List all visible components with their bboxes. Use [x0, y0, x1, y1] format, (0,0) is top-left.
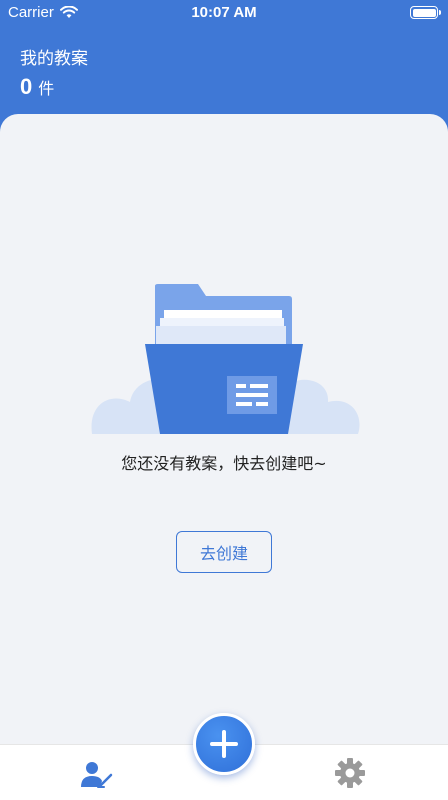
page-title: 我的教案: [20, 49, 88, 69]
empty-folder-illustration: [91, 284, 360, 434]
status-bar: Carrier 10:07 AM: [0, 0, 448, 26]
status-time: 10:07 AM: [191, 4, 257, 21]
add-button[interactable]: [193, 713, 255, 775]
add-icon: [210, 730, 238, 758]
count-value: 0: [20, 74, 33, 99]
count-unit: 件: [38, 79, 55, 98]
battery-icon: [410, 6, 441, 19]
profile-icon[interactable]: [80, 759, 114, 789]
lesson-count: 0 件: [20, 74, 54, 100]
empty-message: 您还没有教案，快去创建吧~: [121, 454, 327, 473]
create-button[interactable]: 去创建: [176, 531, 272, 573]
content-area: 您还没有教案，快去创建吧~ 去创建: [0, 114, 448, 744]
gear-icon[interactable]: [334, 757, 366, 789]
